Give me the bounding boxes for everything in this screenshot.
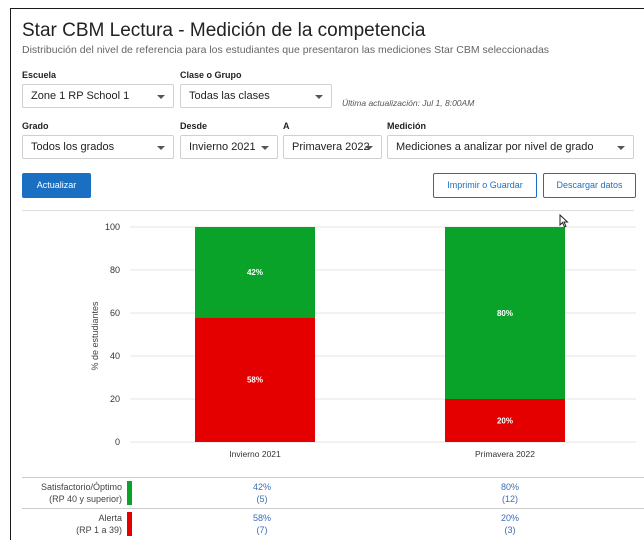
cell-count: (7): [256, 525, 268, 535]
table-cell: 42% (5): [212, 481, 312, 505]
chart-bars: 58% 42% 20% 80%: [195, 227, 565, 442]
y-axis-ticks: 0 20 40 60 80 100: [105, 222, 120, 447]
table-cell: 20% (3): [460, 512, 560, 536]
from-select[interactable]: Invierno 2021: [180, 135, 278, 159]
bar-data-label: 80%: [497, 309, 513, 318]
y-axis-label: % de estudiantes: [90, 301, 100, 371]
school-select-value: Zone 1 RP School 1: [31, 90, 130, 102]
mouse-pointer-icon: [559, 214, 569, 228]
chevron-down-icon: [157, 95, 165, 99]
table-cell: 58% (7): [212, 512, 312, 536]
chevron-down-icon: [365, 146, 373, 150]
to-select-value: Primavera 2022: [292, 141, 370, 153]
satisfactory-color-swatch: [127, 481, 132, 505]
chevron-down-icon: [261, 146, 269, 150]
table-row-alert: Alerta (RP 1 a 39) 58% (7) 20% (3): [22, 508, 644, 539]
from-select-value: Invierno 2021: [189, 141, 256, 153]
measure-select-value: Mediciones a analizar por nivel de grado: [396, 141, 594, 153]
y-tick-label: 0: [115, 437, 120, 447]
grade-select[interactable]: Todos los grados: [22, 135, 174, 159]
chevron-down-icon: [617, 146, 625, 150]
cell-percent: 58%: [252, 513, 271, 523]
class-label: Clase o Grupo: [180, 70, 242, 80]
row-label: Alerta (RP 1 a 39): [2, 512, 122, 536]
row-label: Satisfactorio/Óptimo (RP 40 y superior): [2, 481, 122, 505]
x-axis-ticks: Invierno 2021 Primavera 2022: [229, 449, 535, 459]
section-divider: [22, 210, 634, 211]
measure-select[interactable]: Mediciones a analizar por nivel de grado: [387, 135, 634, 159]
y-tick-label: 60: [110, 308, 120, 318]
update-button[interactable]: Actualizar: [22, 173, 91, 198]
y-tick-label: 20: [110, 394, 120, 404]
y-tick-label: 100: [105, 222, 120, 232]
cell-percent: 20%: [500, 513, 519, 523]
x-tick-label: Invierno 2021: [229, 449, 281, 459]
row-label-line1: Alerta: [98, 513, 122, 523]
class-select-value: Todas las clases: [189, 90, 270, 102]
print-save-button[interactable]: Imprimir o Guardar: [433, 173, 537, 198]
page-title: Star CBM Lectura - Medición de la compet…: [22, 20, 426, 41]
data-table: Satisfactorio/Óptimo (RP 40 y superior) …: [22, 477, 644, 539]
cell-count: (12): [501, 494, 518, 504]
alert-color-swatch: [127, 512, 132, 536]
cell-count: (3): [504, 525, 516, 535]
y-tick-label: 40: [110, 351, 120, 361]
from-label: Desde: [180, 121, 208, 131]
page-subtitle: Distribución del nivel de referencia par…: [22, 44, 550, 56]
school-label: Escuela: [22, 70, 57, 80]
cell-count: (5): [256, 494, 268, 504]
cell-percent: 80%: [500, 482, 519, 492]
grade-select-value: Todos los grados: [31, 141, 115, 153]
to-select[interactable]: Primavera 2022: [283, 135, 382, 159]
grade-label: Grado: [22, 121, 49, 131]
class-select[interactable]: Todas las clases: [180, 84, 332, 108]
bar-data-label: 58%: [247, 376, 263, 385]
y-tick-label: 80: [110, 265, 120, 275]
download-data-button[interactable]: Descargar datos: [543, 173, 636, 198]
table-row-satisfactory: Satisfactorio/Óptimo (RP 40 y superior) …: [22, 477, 644, 508]
cell-percent: 42%: [252, 482, 271, 492]
last-updated-text: Última actualización: Jul 1, 8:00AM: [342, 98, 475, 108]
x-tick-label: Primavera 2022: [475, 449, 535, 459]
bar-data-label: 20%: [497, 417, 513, 426]
school-select[interactable]: Zone 1 RP School 1: [22, 84, 174, 108]
row-label-line2: (RP 40 y superior): [49, 494, 122, 504]
row-label-line2: (RP 1 a 39): [76, 525, 122, 535]
row-label-line1: Satisfactorio/Óptimo: [40, 482, 122, 492]
measure-label: Medición: [387, 121, 427, 131]
proficiency-chart: 0 20 40 60 80 100 % de estudiantes 58% 42% 20% 8…: [90, 222, 636, 459]
bar-data-label: 42%: [247, 268, 263, 277]
chevron-down-icon: [315, 95, 323, 99]
table-cell: 80% (12): [460, 481, 560, 505]
to-label: A: [283, 121, 290, 131]
chevron-down-icon: [157, 146, 165, 150]
